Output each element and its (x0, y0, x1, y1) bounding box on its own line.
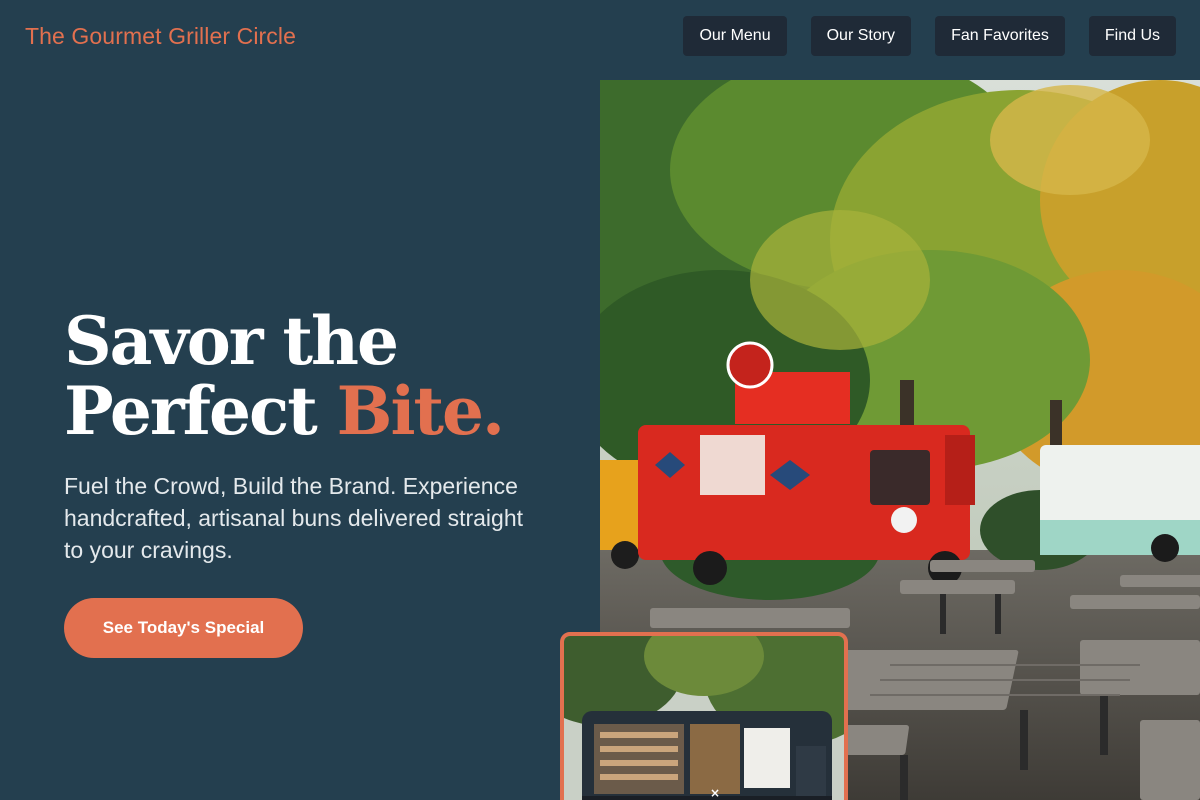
inset-photo[interactable]: × (560, 632, 848, 800)
see-todays-special-button[interactable]: See Today's Special (64, 598, 303, 658)
nav-our-story-button[interactable]: Our Story (810, 16, 912, 56)
hero-title: Savor the Perfect Bite. (64, 306, 584, 446)
hero-subtitle: Fuel the Crowd, Build the Brand. Experie… (64, 473, 524, 563)
site-header: The Gourmet Griller Circle Our Menu Our … (0, 0, 1200, 72)
hero-title-line2: Perfect (64, 372, 318, 450)
inset-food-truck-photo-icon (564, 636, 844, 800)
nav-fan-favorites-button[interactable]: Fan Favorites (935, 16, 1065, 56)
main-nav: Our Menu Our Story Fan Favorites Find Us (683, 16, 1176, 56)
inset-close-icon[interactable]: × (710, 786, 720, 800)
hero-title-line1: Savor the (64, 302, 399, 380)
hero-title-accent: Bite. (336, 372, 505, 450)
nav-our-menu-button[interactable]: Our Menu (683, 16, 787, 56)
brand-logo-text[interactable]: The Gourmet Griller Circle (25, 23, 296, 50)
nav-find-us-button[interactable]: Find Us (1088, 16, 1176, 56)
